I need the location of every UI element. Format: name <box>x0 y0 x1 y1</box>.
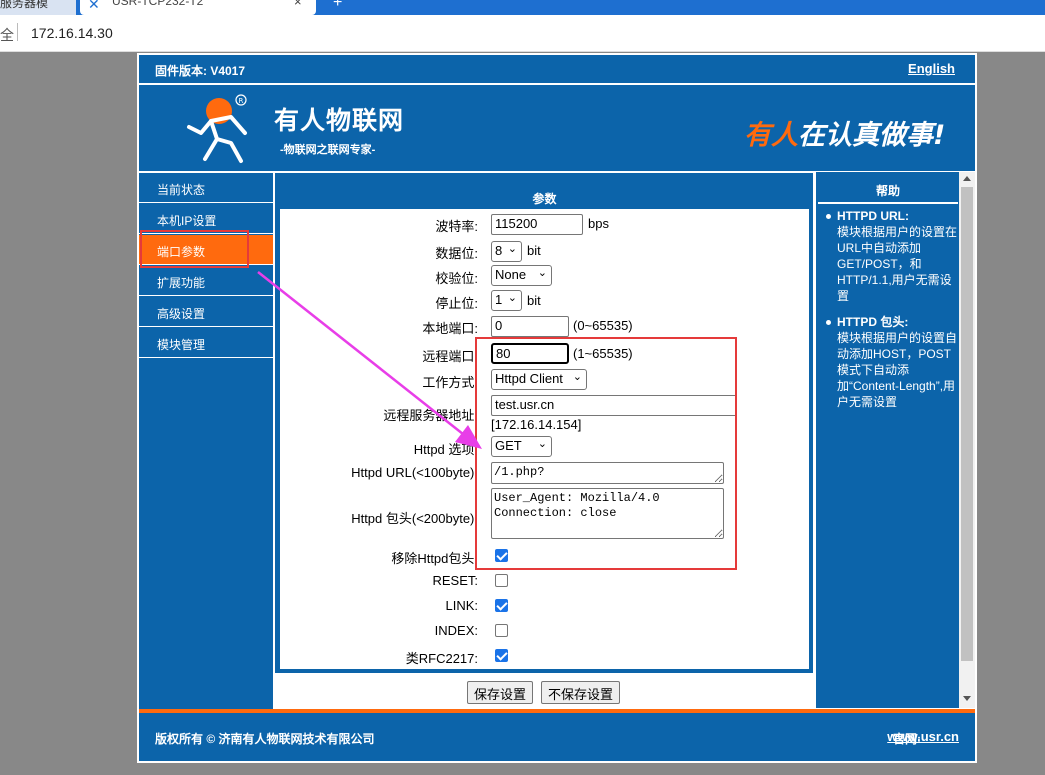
baud-unit: bps <box>588 216 609 231</box>
data-bits-select[interactable]: 8 ⌄ <box>491 241 522 262</box>
reset-label: RESET: <box>432 573 478 588</box>
browser-tab-inactive[interactable]: 服务器模 <box>0 0 76 15</box>
logo-icon: R <box>187 94 247 163</box>
data-bits-value: 8 <box>495 243 503 258</box>
security-indicator[interactable]: 全 <box>0 25 14 45</box>
rfc2217-label: 类RFC2217: <box>405 651 478 666</box>
httpd-url-label: Httpd URL(<100byte): <box>351 465 478 480</box>
sidebar-item-status[interactable]: 当前状态 <box>139 173 273 203</box>
address-bar[interactable]: 全 172.16.14.30 <box>0 15 1045 52</box>
rfc2217-checkbox[interactable] <box>495 649 508 662</box>
stop-bits-unit: bit <box>527 293 541 308</box>
stop-bits-value: 1 <box>495 292 503 307</box>
scrollbar-thumb[interactable] <box>961 187 973 661</box>
link-checkbox[interactable] <box>495 599 508 612</box>
bullet-icon <box>826 320 831 325</box>
brand-subtitle: -物联网之联网专家- <box>280 144 376 156</box>
browser-tabstrip: 服务器模 ✕ USR-TCP232-T2 × + <box>0 0 1045 15</box>
scroll-up-icon[interactable] <box>963 176 971 181</box>
httpd-header-label: Httpd 包头(<200byte): <box>351 511 478 526</box>
index-label: INDEX: <box>434 623 478 638</box>
svg-text:R: R <box>239 97 244 105</box>
panel-title: 参数 <box>280 185 809 209</box>
data-bits-unit: bit <box>527 243 541 258</box>
data-bits-label: 数据位: <box>435 246 478 261</box>
parity-select[interactable]: None ⌄ <box>491 265 552 286</box>
banner: R 有人物联网 -物联网之联网专家- 有人在认真做事! <box>139 85 975 171</box>
help-item: HTTPD URL: 模块根据用户的设置在URL中自动添加GET/POST，和H… <box>818 208 958 304</box>
browser-tab-active[interactable]: ✕ USR-TCP232-T2 × <box>80 0 316 15</box>
help-item-text: 模块根据用户的设置在URL中自动添加GET/POST，和HTTP/1.1,用户无… <box>837 225 958 303</box>
top-bar: 固件版本: V4017 English <box>139 55 975 83</box>
stop-bits-label: 停止位: <box>435 296 478 311</box>
help-title: 帮助 <box>818 174 958 204</box>
address-divider <box>17 23 18 41</box>
brand-name: 有人物联网 <box>274 106 405 135</box>
slogan-highlight: 有人 <box>744 120 798 151</box>
help-body: HTTPD URL: 模块根据用户的设置在URL中自动添加GET/POST，和H… <box>818 208 958 420</box>
help-item: HTTPD 包头: 模块根据用户的设置自动添加HOST，POST模式下自动添加“… <box>818 314 958 410</box>
remote-port-label: 远程端口: <box>422 349 478 364</box>
annotation-fields-highlight <box>475 337 737 570</box>
tab-close-icon[interactable]: × <box>294 0 302 9</box>
stop-bits-select[interactable]: 1 ⌄ <box>491 290 522 311</box>
sidebar-item-advanced[interactable]: 高级设置 <box>139 297 273 327</box>
local-port-input[interactable]: 0 <box>491 316 569 337</box>
local-port-range: (0~65535) <box>573 318 633 333</box>
chevron-down-icon: ⌄ <box>507 292 517 304</box>
copyright-text: 版权所有 © 济南有人物联网技术有限公司 <box>155 732 375 746</box>
sidebar-item-extensions[interactable]: 扩展功能 <box>139 266 273 296</box>
help-item-text: 模块根据用户的设置自动添加HOST，POST模式下自动添加“Content-Le… <box>837 331 958 409</box>
annotation-nav-highlight <box>140 230 249 268</box>
tab-favicon-icon: ✕ <box>88 0 100 12</box>
httpd-option-label: Httpd 选项: <box>413 442 478 457</box>
remote-server-label: 远程服务器地址: <box>383 408 478 423</box>
firmware-version: 固件版本: V4017 <box>155 64 246 78</box>
footer: 版权所有 © 济南有人物联网技术有限公司 官网: www.usr.cn <box>139 713 975 761</box>
slogan-rest: 在认真做事! <box>798 120 946 151</box>
scroll-down-icon[interactable] <box>963 696 971 701</box>
browser-tab-title: USR-TCP232-T2 <box>112 0 204 8</box>
nosave-button[interactable]: 不保存设置 <box>541 681 621 704</box>
help-item-title: HTTPD URL: <box>837 209 909 223</box>
sidebar-item-module-mgmt[interactable]: 模块管理 <box>139 328 273 358</box>
browser-tab-title: 服务器模 <box>0 0 49 10</box>
save-button[interactable]: 保存设置 <box>467 681 534 704</box>
bullet-icon <box>826 214 831 219</box>
parity-value: None <box>495 267 527 282</box>
slogan: 有人在认真做事! <box>744 113 945 152</box>
reset-checkbox[interactable] <box>495 574 508 587</box>
work-mode-label: 工作方式: <box>422 375 478 390</box>
baud-input[interactable]: 115200 <box>491 214 583 235</box>
language-link[interactable]: English <box>908 61 955 76</box>
remove-header-label: 移除Httpd包头: <box>391 551 478 566</box>
baud-label: 波特率: <box>435 219 478 234</box>
chevron-down-icon: ⌄ <box>507 243 517 255</box>
site-link[interactable]: www.usr.cn <box>887 729 959 744</box>
link-label: LINK: <box>445 598 478 613</box>
chevron-down-icon: ⌄ <box>537 267 547 279</box>
new-tab-icon[interactable]: + <box>333 0 342 12</box>
help-item-title: HTTPD 包头: <box>837 315 909 329</box>
index-checkbox[interactable] <box>495 624 508 637</box>
address-url[interactable]: 172.16.14.30 <box>31 25 113 41</box>
parity-label: 校验位: <box>435 271 478 286</box>
local-port-label: 本地端口: <box>422 321 478 336</box>
